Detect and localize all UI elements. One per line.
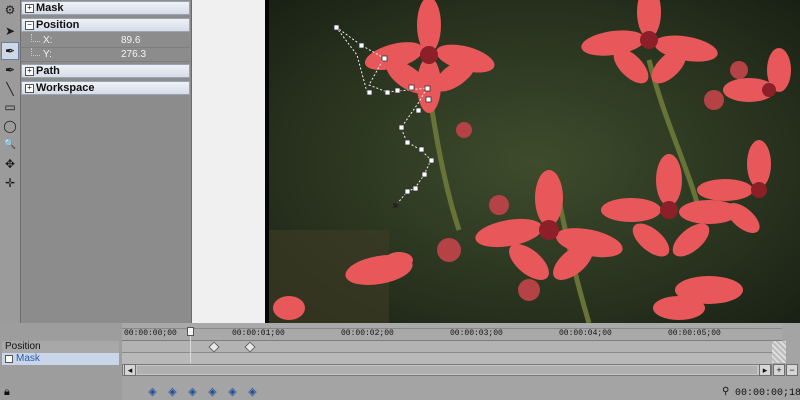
- expand-icon[interactable]: +: [25, 84, 34, 93]
- video-preview[interactable]: [269, 0, 800, 323]
- keyframe-lane-position[interactable]: [122, 341, 772, 353]
- arrow-pointer-icon[interactable]: ➤: [2, 23, 18, 39]
- section-position[interactable]: − Position: [21, 18, 190, 32]
- section-label: Path: [36, 65, 60, 77]
- property-label: Y:: [43, 49, 52, 60]
- pen-tool-icon[interactable]: ✒: [1, 42, 19, 60]
- delete-keyframe-icon[interactable]: ◈: [206, 387, 219, 398]
- scroll-left-button[interactable]: ◂: [124, 364, 136, 376]
- tree-guide: [31, 34, 40, 42]
- track-mask[interactable]: Mask: [2, 353, 119, 365]
- section-workspace[interactable]: + Workspace: [21, 81, 190, 95]
- position-x-value[interactable]: 89.6: [121, 35, 140, 46]
- first-keyframe-icon[interactable]: ◈: [146, 387, 159, 398]
- video-frame: [269, 0, 800, 323]
- point-select-icon[interactable]: ✥: [2, 156, 18, 172]
- collapse-icon[interactable]: −: [25, 21, 34, 30]
- scroll-right-button[interactable]: ▸: [759, 364, 771, 376]
- tool-strip: ⚙ ➤ ✒ ✒ ╲ ▭ ◯ 🔍 ✥ ✛: [0, 0, 21, 323]
- track-label: Mask: [16, 353, 40, 364]
- cursor-position-icon: ⚲: [722, 386, 730, 397]
- prev-keyframe-icon[interactable]: ◈: [166, 387, 179, 398]
- ruler-tick: 00:00:02;00: [341, 329, 394, 338]
- zoom-in-button[interactable]: +: [773, 364, 785, 376]
- track-label: Position: [5, 341, 41, 352]
- keyframe-marker[interactable]: [244, 341, 256, 353]
- expand-icon[interactable]: +: [25, 67, 34, 76]
- add-keyframe-icon[interactable]: ◈: [186, 387, 199, 398]
- last-keyframe-icon[interactable]: ◈: [246, 387, 259, 398]
- rectangle-tool-icon[interactable]: ▭: [2, 99, 18, 115]
- line-tool-icon[interactable]: ╲: [2, 81, 18, 97]
- track-checkbox[interactable]: [5, 355, 13, 363]
- timeline-ruler[interactable]: 00:00:00;00 00:00:01;00 00:00:02;00 00:0…: [122, 323, 782, 341]
- ruler-tick: 00:00:03;00: [450, 329, 503, 338]
- expand-icon[interactable]: +: [25, 4, 34, 13]
- ellipse-tool-icon[interactable]: ◯: [2, 118, 18, 134]
- timeline-corner: [772, 341, 786, 363]
- section-path[interactable]: + Path: [21, 64, 190, 78]
- gear-icon[interactable]: ⚙: [2, 2, 18, 18]
- ruler-tick: 00:00:00;00: [124, 329, 177, 338]
- zoom-icon[interactable]: 🔍: [2, 137, 18, 153]
- property-label: X:: [43, 35, 53, 46]
- mask-workspace[interactable]: [192, 0, 265, 323]
- section-label: Workspace: [36, 82, 95, 94]
- keyframe-marker[interactable]: [208, 341, 220, 353]
- playhead-handle[interactable]: [187, 327, 194, 336]
- add-point-pen-icon[interactable]: ✒: [2, 62, 18, 78]
- position-y-value[interactable]: 276.3: [121, 49, 146, 60]
- move-icon[interactable]: ✛: [2, 175, 18, 191]
- properties-panel: + Mask − Position X: 89.6 Y: 276.3 + Pat…: [21, 0, 192, 323]
- timeline-scrollbar[interactable]: [122, 364, 772, 376]
- timeline-track-list: Position Mask 🔒︎: [0, 323, 123, 400]
- section-label: Mask: [36, 2, 64, 14]
- current-timecode[interactable]: 00:00:00;18: [735, 388, 800, 399]
- ruler-tick: 00:00:01;00: [232, 329, 285, 338]
- track-position[interactable]: Position: [2, 341, 119, 353]
- property-row-x: X: 89.6: [21, 34, 190, 48]
- property-row-y: Y: 276.3: [21, 48, 190, 62]
- ruler-ticks: [122, 323, 782, 329]
- tree-guide: [31, 48, 40, 56]
- section-mask[interactable]: + Mask: [21, 1, 190, 15]
- ruler-tick: 00:00:05;00: [668, 329, 721, 338]
- ruler-tick: 00:00:04;00: [559, 329, 612, 338]
- section-label: Position: [36, 19, 80, 31]
- zoom-out-button[interactable]: −: [786, 364, 798, 376]
- lock-icon[interactable]: 🔒︎: [4, 386, 10, 399]
- next-keyframe-icon[interactable]: ◈: [226, 387, 239, 398]
- scrollbar-thumb[interactable]: [137, 366, 757, 374]
